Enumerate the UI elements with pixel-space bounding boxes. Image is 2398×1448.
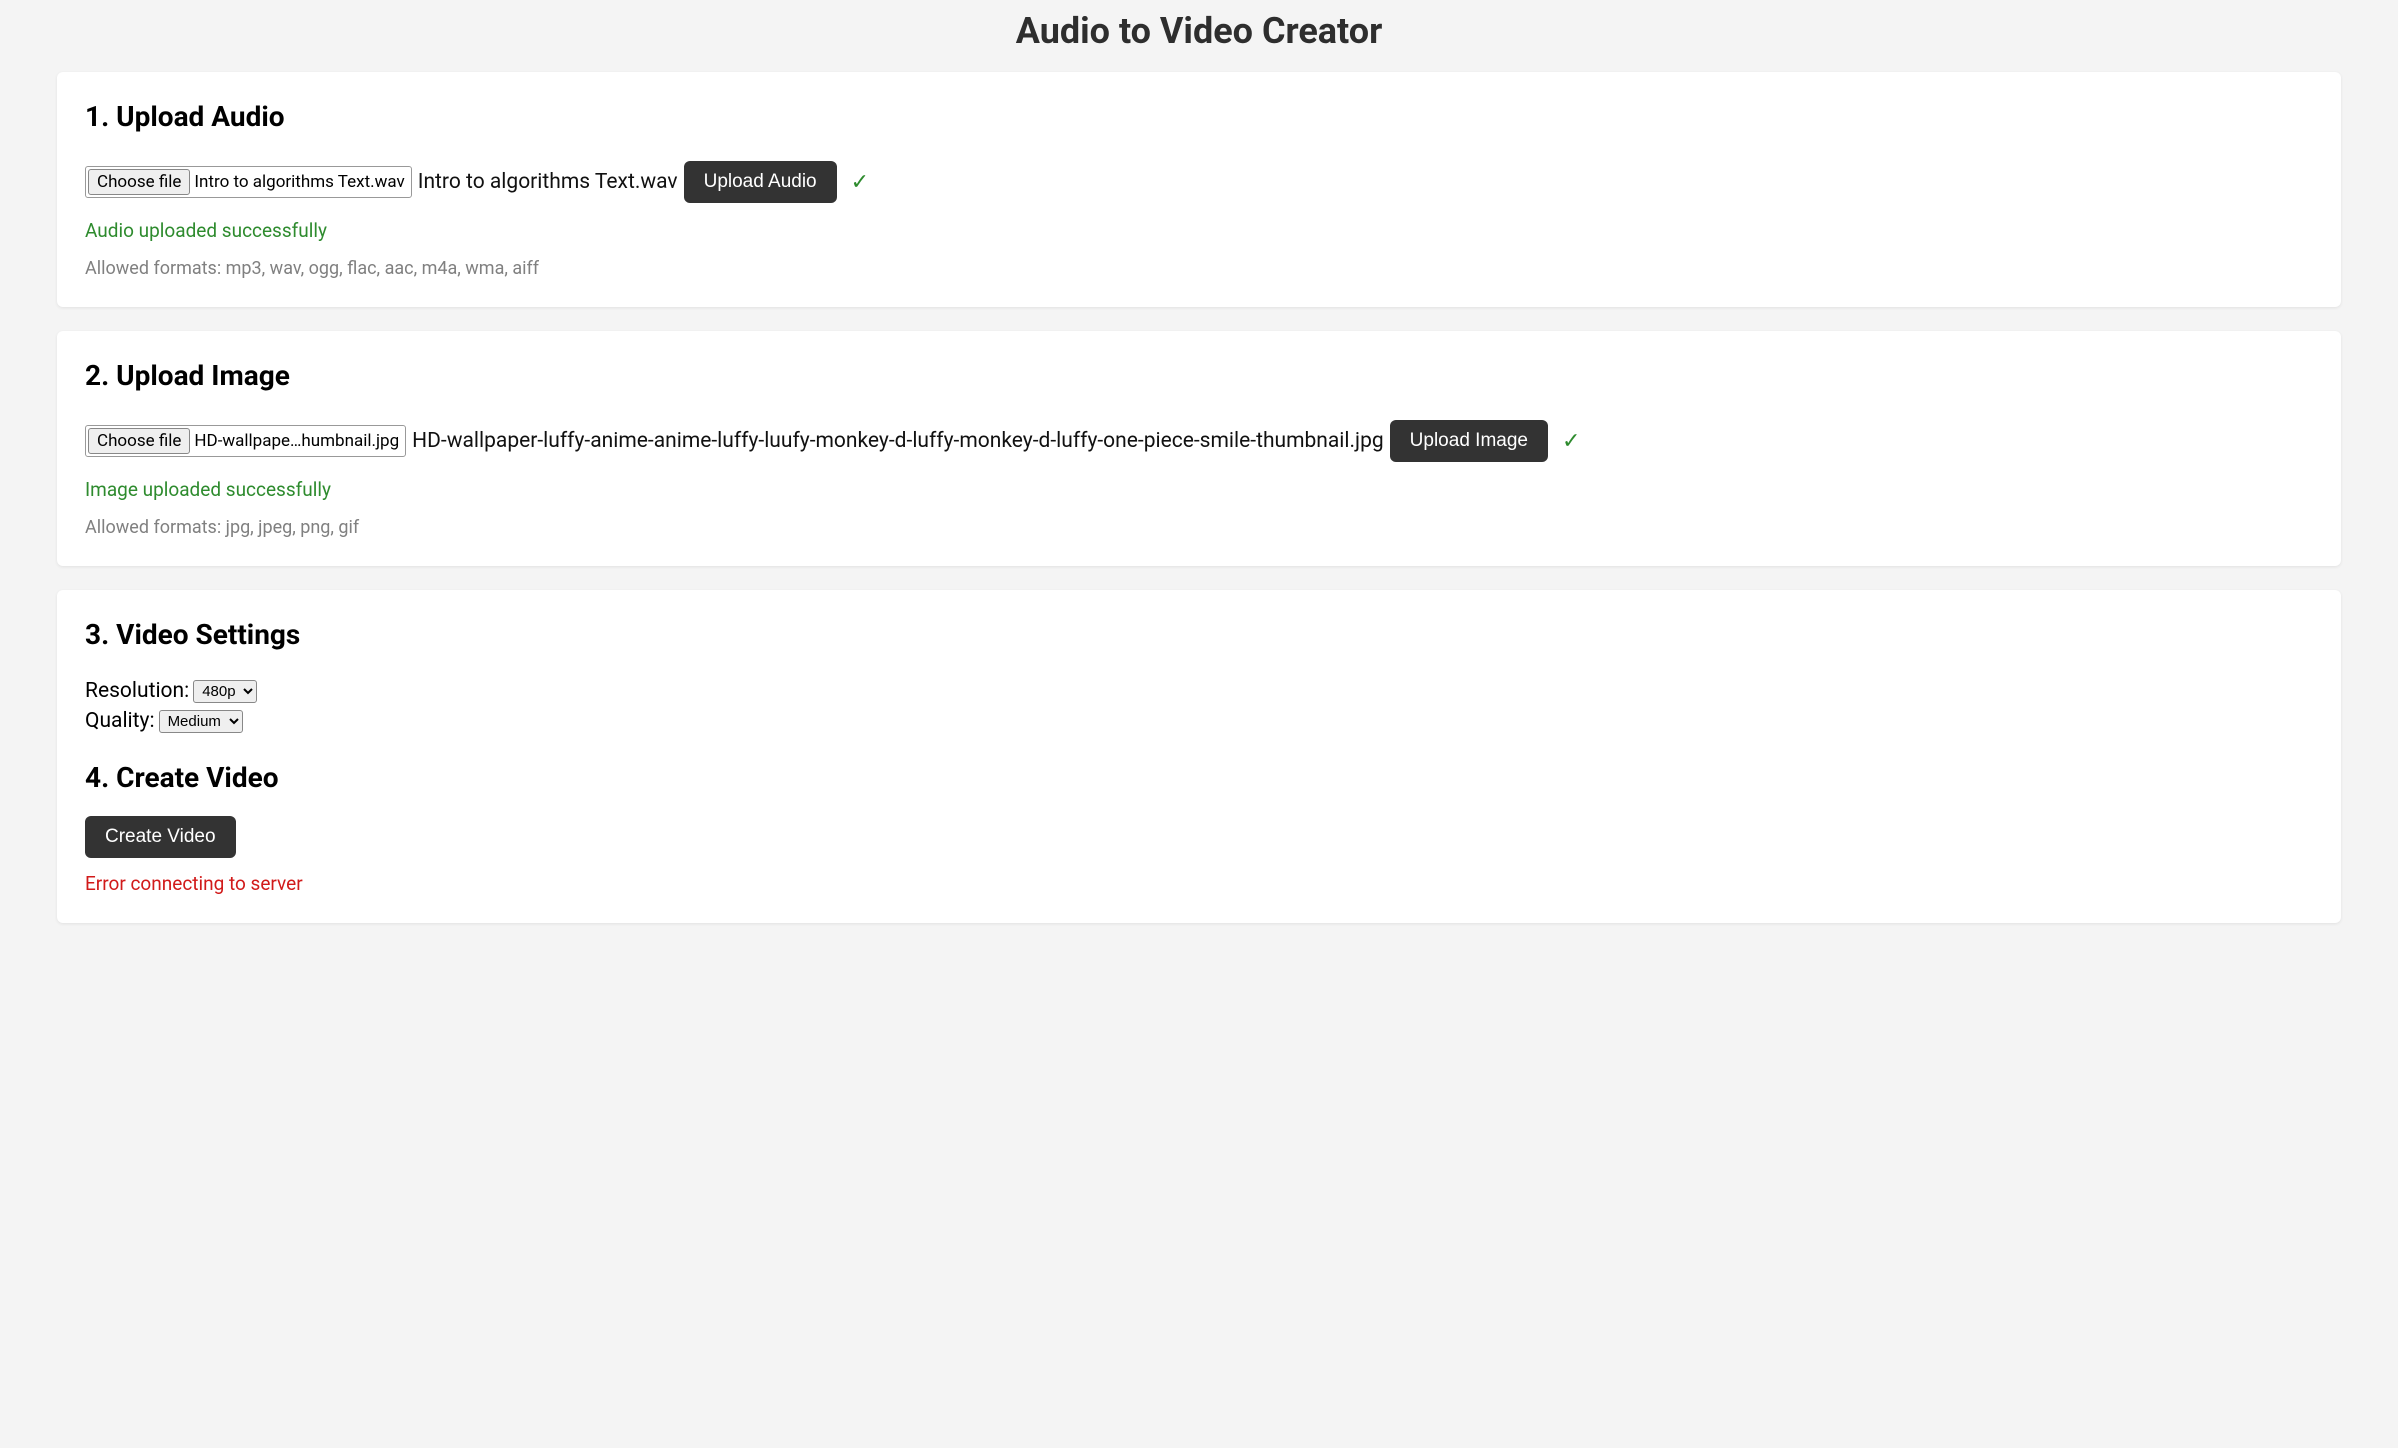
audio-success-message: Audio uploaded successfully	[85, 219, 2313, 242]
audio-file-input[interactable]: Choose file Intro to algorithms Text.wav	[85, 166, 412, 198]
choose-file-button[interactable]: Choose file	[88, 169, 190, 195]
image-file-input-name: HD-wallpape…humbnail.jpg	[194, 431, 399, 451]
page-title: Audio to Video Creator	[0, 0, 2398, 72]
choose-file-button[interactable]: Choose file	[88, 428, 190, 454]
create-video-heading: 4. Create Video	[85, 761, 2313, 794]
quality-select[interactable]: Medium	[159, 710, 243, 733]
resolution-select[interactable]: 480p	[193, 680, 257, 703]
quality-label: Quality:	[85, 709, 155, 733]
video-settings-section: 3. Video Settings Resolution: 480p Quali…	[57, 590, 2341, 923]
upload-audio-button[interactable]: Upload Audio	[684, 161, 837, 203]
audio-format-hint: Allowed formats: mp3, wav, ogg, flac, aa…	[85, 258, 2313, 279]
resolution-label: Resolution:	[85, 679, 189, 703]
video-settings-heading: 3. Video Settings	[85, 618, 2313, 651]
image-selected-filename: HD-wallpaper-luffy-anime-anime-luffy-luu…	[412, 429, 1384, 453]
checkmark-icon: ✓	[1562, 429, 1580, 454]
audio-file-input-name: Intro to algorithms Text.wav	[194, 172, 404, 192]
audio-selected-filename: Intro to algorithms Text.wav	[418, 170, 678, 194]
create-video-button[interactable]: Create Video	[85, 816, 236, 858]
upload-audio-section: 1. Upload Audio Choose file Intro to alg…	[57, 72, 2341, 307]
create-error-message: Error connecting to server	[85, 872, 2313, 895]
upload-audio-heading: 1. Upload Audio	[85, 100, 2313, 133]
upload-image-heading: 2. Upload Image	[85, 359, 2313, 392]
checkmark-icon: ✓	[851, 170, 869, 195]
upload-image-section: 2. Upload Image Choose file HD-wallpape……	[57, 331, 2341, 566]
upload-image-button[interactable]: Upload Image	[1390, 420, 1548, 462]
image-format-hint: Allowed formats: jpg, jpeg, png, gif	[85, 517, 2313, 538]
image-file-input[interactable]: Choose file HD-wallpape…humbnail.jpg	[85, 425, 406, 457]
image-success-message: Image uploaded successfully	[85, 478, 2313, 501]
